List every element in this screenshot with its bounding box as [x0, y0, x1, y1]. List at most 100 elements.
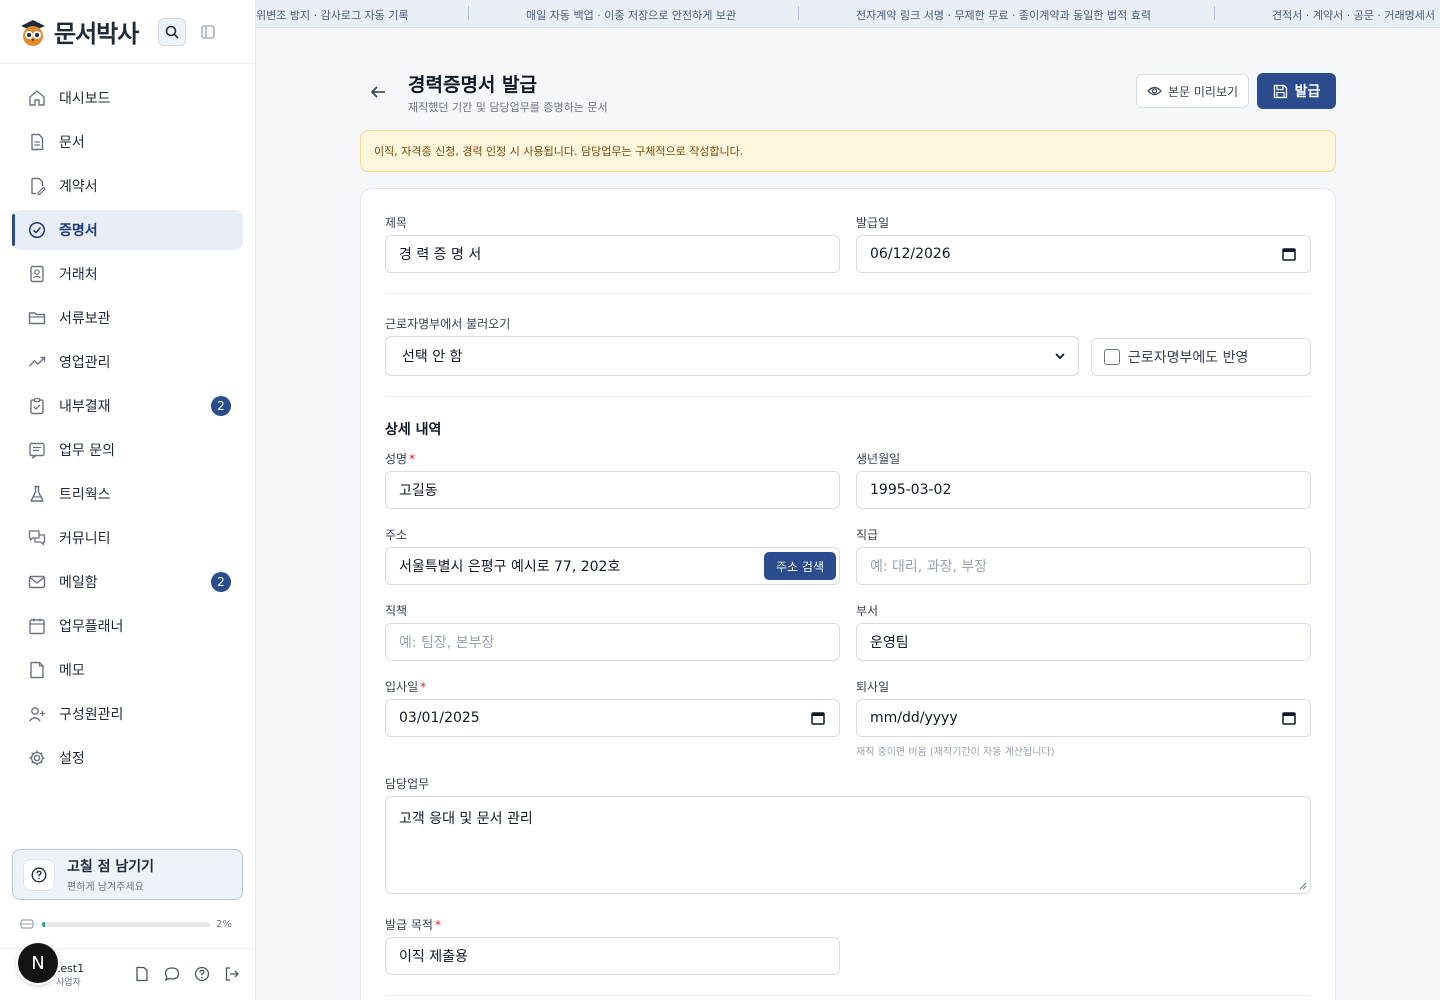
- rank-input[interactable]: 예: 대리, 과장, 부장: [856, 547, 1311, 585]
- search-icon: [166, 25, 179, 39]
- purpose-label: 발급 목적 *: [385, 918, 441, 932]
- contract-icon: [26, 175, 48, 197]
- join-date-value: 03/01/2025: [399, 710, 480, 726]
- resize-grip-icon[interactable]: [1299, 882, 1307, 890]
- folder-icon: [26, 307, 48, 329]
- certificate-icon: [26, 219, 48, 241]
- address-input-value: 서울특별시 은평구 예시로 77, 202호: [399, 559, 621, 575]
- sidebar-item-dashboard[interactable]: 대시보드: [12, 78, 243, 118]
- feedback-button[interactable]: 고칠 점 남기기 편하게 남겨주세요: [12, 849, 243, 900]
- sidebar-item-approval[interactable]: 내부결재 2: [12, 386, 243, 426]
- sidebar-item-inquiry[interactable]: 업무 문의: [12, 430, 243, 470]
- preview-button-label: 본문 미리보기: [1167, 84, 1239, 99]
- sidebar-item-label: 내부결재: [59, 399, 111, 415]
- name-input[interactable]: 고길동: [385, 471, 840, 509]
- position-input-placeholder: 예: 팀장, 본부장: [399, 635, 495, 651]
- storage-progress-fill: [42, 921, 46, 927]
- memo-icon: [26, 659, 48, 681]
- purpose-input[interactable]: 이직 제출용: [385, 937, 840, 975]
- avatar[interactable]: N: [18, 943, 58, 983]
- join-date-label: 입사일 *: [385, 680, 427, 694]
- sidebar-item-label: 메일함: [59, 575, 98, 591]
- required-mark: *: [409, 452, 416, 466]
- owl-logo-icon: [18, 17, 48, 47]
- sidebar-item-label: 증명서: [59, 223, 98, 239]
- issue-date-label: 발급일: [856, 216, 890, 230]
- worker-select[interactable]: 선택 안 함: [385, 336, 1079, 376]
- sidebar-item-label: 계약서: [59, 179, 98, 195]
- sidebar-item-settings[interactable]: 설정: [12, 738, 243, 778]
- sidebar-item-members[interactable]: 구성원관리: [12, 694, 243, 734]
- user-role: 사업자: [56, 977, 81, 988]
- document-icon: [26, 131, 48, 153]
- sidebar-item-community[interactable]: 커뮤니티: [12, 518, 243, 558]
- leave-date-input[interactable]: mm/dd/yyyy: [856, 699, 1311, 737]
- chat-bubble-icon[interactable]: [163, 965, 181, 983]
- mail-count-badge: 2: [211, 572, 231, 592]
- document-icon[interactable]: [133, 965, 151, 983]
- reflect-checkbox-field[interactable]: 근로자명부에도 반영: [1091, 338, 1311, 376]
- ticker-item: 위변조 방지 · 감사로그 자동 기록: [256, 9, 409, 22]
- address-search-button[interactable]: 주소 검색: [764, 552, 836, 580]
- back-button[interactable]: [366, 80, 390, 104]
- birth-input-value: 1995-03-02: [870, 482, 952, 498]
- reflect-checkbox[interactable]: [1104, 349, 1120, 365]
- sidebar-item-label: 영업관리: [59, 355, 111, 371]
- department-input[interactable]: 운영팀: [856, 623, 1311, 661]
- birth-input[interactable]: 1995-03-02: [856, 471, 1311, 509]
- calendar-icon: [26, 615, 48, 637]
- sidebar-item-label: 메모: [59, 663, 85, 679]
- storage-progress-bar: [42, 921, 210, 927]
- title-label: 제목: [385, 216, 408, 230]
- issue-date-input[interactable]: 06/12/2026: [856, 235, 1311, 273]
- position-input[interactable]: 예: 팀장, 본부장: [385, 623, 840, 661]
- search-button[interactable]: [158, 17, 187, 46]
- sidebar-item-memo[interactable]: 메모: [12, 650, 243, 690]
- calendar-icon[interactable]: [811, 711, 825, 725]
- logout-icon[interactable]: [223, 965, 241, 983]
- purpose-input-value: 이직 제출용: [399, 949, 468, 965]
- duty-label: 담당업무: [385, 777, 430, 791]
- calendar-icon[interactable]: [1282, 711, 1296, 725]
- duty-textarea-value: 고객 응대 및 문서 관리: [399, 811, 533, 827]
- import-label: 근로자명부에서 불러오기: [385, 317, 511, 331]
- ticker-divider: [468, 6, 469, 20]
- chevron-down-icon: [1055, 353, 1065, 360]
- issue-date-value: 06/12/2026: [870, 246, 951, 262]
- app-logo[interactable]: 문서박사: [18, 14, 139, 49]
- sidebar-item-sales[interactable]: 영업관리: [12, 342, 243, 382]
- department-label: 부서: [856, 604, 879, 618]
- section-divider: [385, 293, 1311, 294]
- storage-icon: [20, 919, 34, 929]
- section-divider: [385, 396, 1311, 397]
- ticker-divider: [1214, 6, 1215, 20]
- eye-icon: [1147, 86, 1162, 96]
- sidebar-item-clients[interactable]: 거래처: [12, 254, 243, 294]
- required-mark: *: [420, 680, 427, 694]
- sidebar-item-certificates[interactable]: 증명서: [12, 210, 243, 250]
- issue-button[interactable]: 발급: [1257, 73, 1336, 109]
- sidebar-item-mailbox[interactable]: 메일함 2: [12, 562, 243, 602]
- storage-percent: 2%: [216, 918, 232, 930]
- collapse-sidebar-button[interactable]: [196, 20, 220, 44]
- preview-button[interactable]: 본문 미리보기: [1136, 74, 1249, 108]
- sidebar-item-planner[interactable]: 업무플래너: [12, 606, 243, 646]
- title-input[interactable]: 경 력 증 명 서: [385, 235, 840, 273]
- flask-icon: [26, 483, 48, 505]
- sidebar-item-contracts[interactable]: 계약서: [12, 166, 243, 206]
- help-icon[interactable]: [193, 965, 211, 983]
- sidebar-item-archive[interactable]: 서류보관: [12, 298, 243, 338]
- position-label: 직책: [385, 604, 408, 618]
- duty-textarea[interactable]: 고객 응대 및 문서 관리: [385, 796, 1311, 894]
- address-input[interactable]: 서울특별시 은평구 예시로 77, 202호 주소 검색: [385, 547, 840, 585]
- sidebar-item-label: 트리웍스: [59, 487, 111, 503]
- sidebar-item-label: 거래처: [59, 267, 98, 283]
- help-circle-icon: [23, 858, 55, 891]
- calendar-icon[interactable]: [1282, 247, 1296, 261]
- sidebar-item-triworks[interactable]: 트리웍스: [12, 474, 243, 514]
- join-date-input[interactable]: 03/01/2025: [385, 699, 840, 737]
- name-input-value: 고길동: [399, 483, 438, 499]
- name-label: 성명 *: [385, 452, 416, 466]
- sidebar-item-documents[interactable]: 문서: [12, 122, 243, 162]
- ticker-divider: [798, 6, 799, 20]
